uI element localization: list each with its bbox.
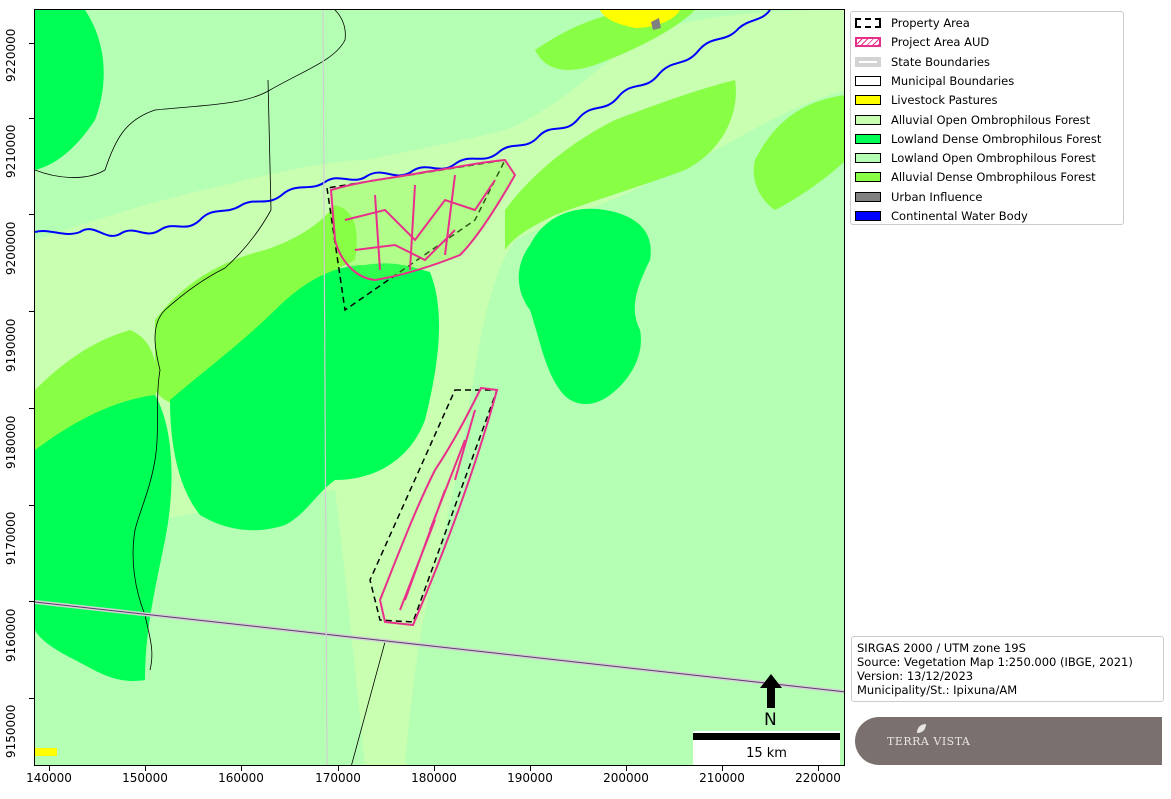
legend-swatch [855,133,881,144]
legend-item: Lowland Open Ombrophilous Forest [855,150,1096,166]
info-line-crs: SIRGAS 2000 / UTM zone 19S [857,641,1026,655]
x-tick-label: 220000 [795,771,841,785]
scale-bar: 15 km [693,731,840,765]
legend-item: Urban Influence [855,189,982,205]
legend-label: Lowland Dense Ombrophilous Forest [891,131,1102,146]
y-tick-label: 9150000 [4,704,18,758]
legend-swatch [855,56,881,67]
leaf-icon [917,724,926,733]
legend-swatch [855,211,881,221]
y-tick-label: 9160000 [4,608,18,662]
x-tick-label: 150000 [122,771,168,785]
legend-label: Urban Influence [891,189,983,204]
x-tick-label: 200000 [603,771,649,785]
legend-item: Property Area [855,15,970,31]
terra-vista-logo: TERRA VISTA [855,717,1162,765]
legend-item: Lowland Dense Ombrophilous Forest [855,131,1101,147]
legend-label: Continental Water Body [891,209,1028,223]
x-tick-label: 160000 [218,771,264,785]
logo-text: TERRA VISTA [887,735,971,748]
y-tick-label: 9170000 [4,511,18,565]
legend-swatch [855,172,881,183]
scale-line [693,733,840,740]
legend-item: Livestock Pastures [855,92,997,108]
legend-label: Lowland Open Ombrophilous Forest [891,151,1096,166]
legend-label: Alluvial Open Ombrophilous Forest [891,112,1091,127]
legend-item: Alluvial Dense Ombrophilous Forest [855,169,1096,185]
scale-label: 15 km [746,746,787,761]
legend-item: Municipal Boundaries [855,73,1014,89]
legend-item: Alluvial Open Ombrophilous Forest [855,112,1090,128]
y-tick-label: 9190000 [4,318,18,372]
legend-swatch [855,18,881,28]
legend-swatch [855,37,881,48]
y-tick-label: 9210000 [4,124,18,178]
legend-label: Municipal Boundaries [891,73,1015,88]
x-tick-label: 190000 [507,771,553,785]
legend-label: Property Area [891,16,970,30]
y-tick-label: 9180000 [4,415,18,469]
x-tick-label: 170000 [315,771,361,785]
legend-label: Project Area AUD [891,35,990,50]
legend-swatch [855,75,881,86]
map-frame[interactable] [34,9,845,766]
x-tick-label: 180000 [411,771,457,785]
x-tick-label: 210000 [699,771,745,785]
legend-swatch [855,191,881,202]
map-info-box: SIRGAS 2000 / UTM zone 19S Source: Veget… [851,636,1164,702]
livestock-pasture-southwest [35,748,57,756]
y-tick-label: 9220000 [4,28,18,82]
vegetation-map[interactable] [35,10,845,766]
legend-label: Alluvial Dense Ombrophilous Forest [891,170,1096,185]
legend: Property Area Project Area AUD State Bound… [850,11,1124,225]
legend-swatch [855,114,881,125]
info-line-municipality: Municipality/St.: Ipixuna/AM [857,683,1018,697]
legend-label: State Boundaries [891,54,990,69]
legend-label: Livestock Pastures [891,93,998,108]
legend-item: Project Area AUD [855,34,989,50]
legend-item: State Boundaries [855,54,990,70]
legend-item: Continental Water Body [855,208,1028,224]
info-line-source: Source: Vegetation Map 1:250.000 (IBGE, … [857,655,1133,669]
north-label: N [764,710,777,730]
y-tick-label: 9200000 [4,221,18,275]
x-tick-label: 140000 [26,771,72,785]
legend-swatch [855,95,881,106]
legend-swatch [855,153,881,164]
info-line-version: Version: 13/12/2023 [857,669,974,683]
